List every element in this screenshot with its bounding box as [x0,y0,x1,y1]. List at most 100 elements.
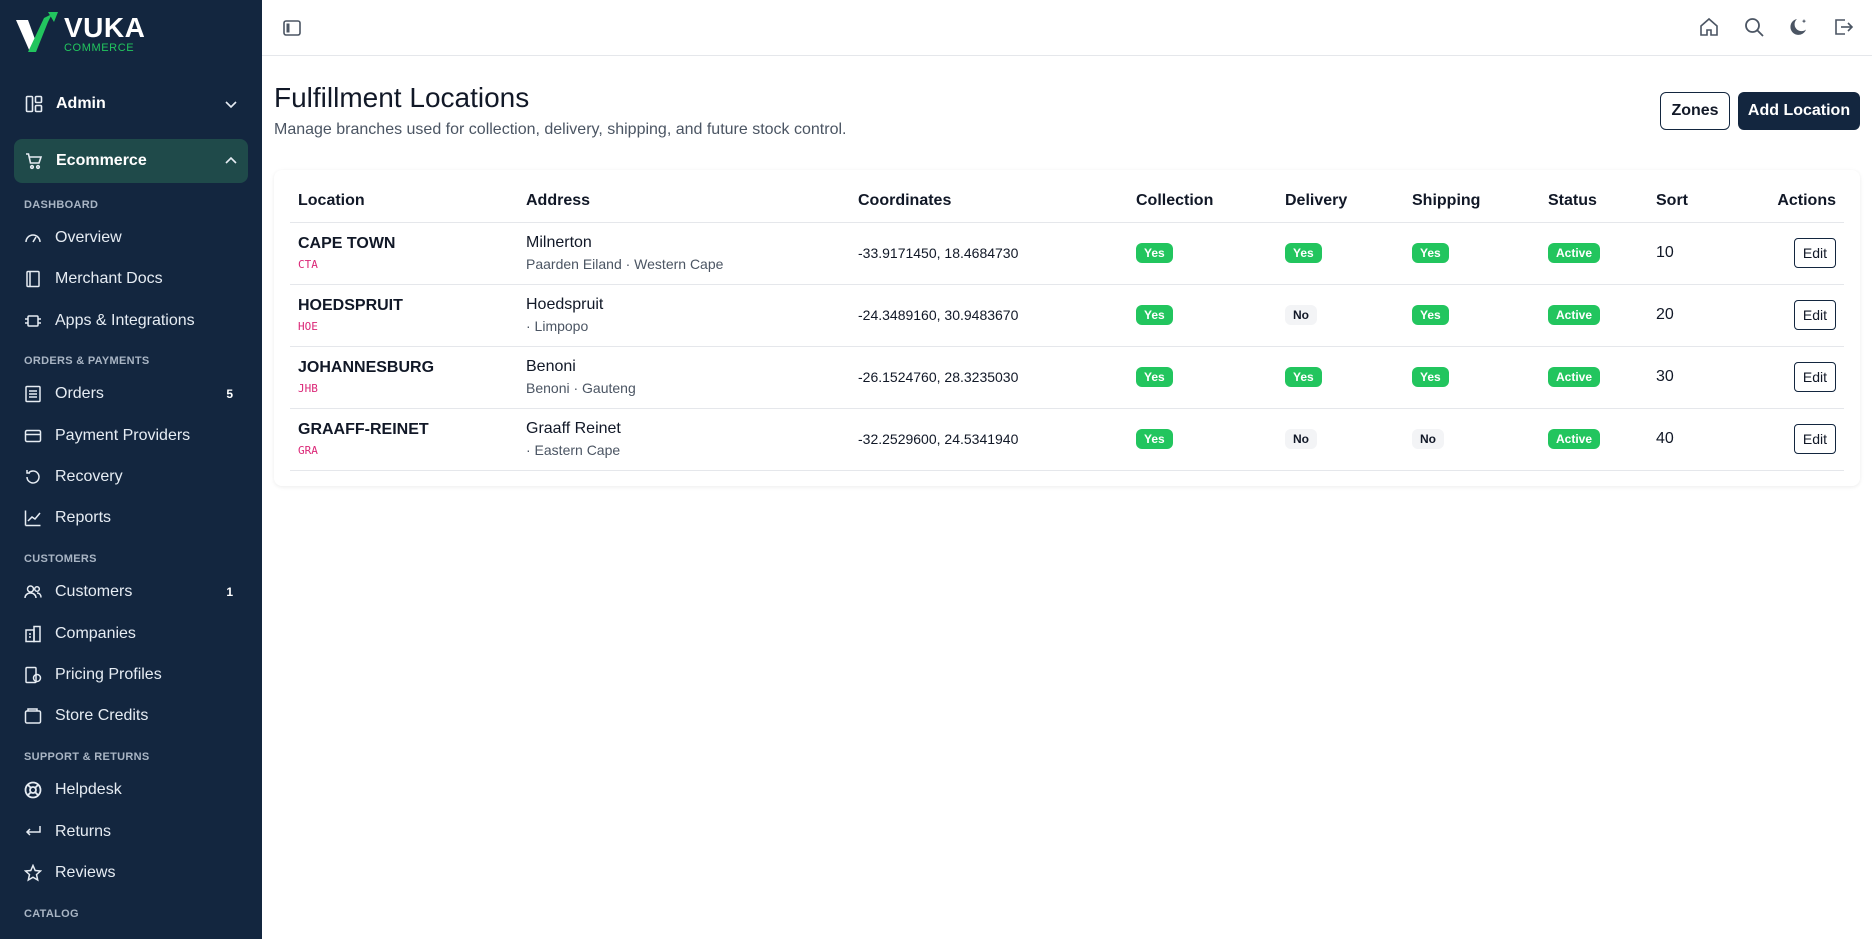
header-sort: Sort [1648,180,1750,223]
wallet-icon [24,707,42,725]
sidebar-item-helpdesk[interactable]: Helpdesk [24,774,238,806]
section-orders-payments: ORDERS & PAYMENTS [24,355,150,367]
sidebar-item-apps-integrations[interactable]: Apps & Integrations [24,305,238,337]
logout-icon[interactable] [1832,16,1854,38]
table-row: GRAAFF-REINET GRA Graaff Reinet · Eastern … [290,408,1844,471]
sidebar-item-reports[interactable]: Reports [24,502,238,534]
location-name: JOHANNESBURG [298,359,435,376]
sort-value: 10 [1648,222,1750,285]
status-badge: Active [1548,243,1601,263]
chevron-down-icon [225,101,237,109]
sidebar-item-reviews[interactable]: Reviews [24,857,238,889]
coordinates: -33.9171450, 18.4684730 [850,222,1128,285]
nav-ecommerce-label: Ecommerce [56,152,147,169]
section-customers: CUSTOMERS [24,553,97,565]
users-icon [24,583,42,601]
header-actions: Actions [1750,180,1844,223]
address-main: Milnerton [526,234,592,251]
credit-card-icon [24,427,42,445]
location-code: CTA [298,258,318,271]
status-badge: Active [1548,305,1601,325]
header-collection: Collection [1128,180,1277,223]
sidebar-item-returns[interactable]: Returns [24,816,238,848]
sidebar-item-label: Returns [55,823,112,840]
brand-tagline: COMMERCE [64,42,135,54]
delivery-badge: Yes [1285,243,1322,263]
dashboard-grid-icon [24,94,44,114]
edit-button[interactable]: Edit [1793,362,1836,392]
section-support-returns: SUPPORT & RETURNS [24,751,150,763]
sidebar-item-label: Overview [55,229,122,246]
address-sub: Paarden Eiland · Western Cape [526,256,724,272]
edit-button[interactable]: Edit [1793,300,1836,330]
brand-logo[interactable]: VUKA COMMERCE [14,12,174,56]
sidebar-item-companies[interactable]: Companies [24,618,238,650]
sidebar-item-merchant-docs[interactable]: Merchant Docs [24,263,238,295]
sidebar-item-label: Reports [55,509,112,526]
cart-icon [24,151,44,171]
sidebar-item-label: Recovery [55,468,123,485]
header-coordinates: Coordinates [850,180,1128,223]
sidebar-item-recovery[interactable]: Recovery [24,461,238,493]
location-code: JHB [298,382,318,395]
edit-button[interactable]: Edit [1793,424,1836,454]
sidebar-item-label: Customers [55,583,133,600]
header-status: Status [1540,180,1648,223]
header-delivery: Delivery [1277,180,1404,223]
orders-count-badge: 5 [226,387,233,401]
shipping-badge: Yes [1412,367,1449,387]
nav-admin[interactable]: Admin [14,82,248,126]
zones-button[interactable]: Zones [1660,92,1730,130]
location-name: HOEDSPRUIT [298,297,403,314]
brand-name: VUKA [64,12,146,43]
search-icon[interactable] [1743,16,1765,38]
sidebar-item-customers[interactable]: Customers 1 [24,576,238,608]
sidebar-item-store-credits[interactable]: Store Credits [24,700,238,732]
sidebar-item-payment-providers[interactable]: Payment Providers [24,420,238,452]
home-icon[interactable] [1698,16,1720,38]
status-badge: Active [1548,367,1601,387]
trend-chart-icon [24,509,42,527]
building-icon [24,625,42,643]
sort-value: 30 [1648,346,1750,409]
sidebar-item-label: Reviews [55,864,116,881]
status-badge: Active [1548,429,1601,449]
book-icon [24,270,42,288]
coordinates: -32.2529600, 24.5341940 [850,408,1128,471]
nav-ecommerce[interactable]: Ecommerce [14,139,248,183]
table-row: JOHANNESBURG JHB Benoni Benoni · Gauteng -… [290,346,1844,409]
locations-table: Location Address Coordinates Collection … [290,180,1844,471]
sidebar-toggle-icon[interactable] [282,18,302,38]
sidebar-item-label: Pricing Profiles [55,666,162,683]
edit-button[interactable]: Edit [1793,238,1836,268]
star-icon [24,864,42,882]
price-tag-icon [24,666,42,684]
collection-badge: Yes [1136,429,1173,449]
sidebar-item-overview[interactable]: Overview [24,222,238,254]
header-address: Address [518,180,850,223]
location-name: GRAAFF-REINET [298,421,429,438]
sidebar-item-orders[interactable]: Orders 5 [24,378,238,410]
address-main: Hoedspruit [526,296,604,313]
address-sub: Benoni · Gauteng [526,380,636,396]
shipping-badge: Yes [1412,243,1449,263]
delivery-badge: Yes [1285,367,1322,387]
sidebar-item-pricing-profiles[interactable]: Pricing Profiles [24,659,238,691]
delivery-badge: No [1285,429,1317,449]
delivery-badge: No [1285,305,1317,325]
address-sub: · Eastern Cape [526,442,621,458]
add-location-button[interactable]: Add Location [1738,92,1860,130]
location-code: HOE [298,320,318,333]
header-location: Location [290,180,518,223]
list-icon [24,385,42,403]
shipping-badge: No [1412,429,1444,449]
dark-mode-moon-icon[interactable] [1788,16,1810,38]
sidebar-item-label: Helpdesk [55,781,122,798]
sort-value: 40 [1648,408,1750,471]
page-title: Fulfillment Locations [274,82,530,113]
location-name: CAPE TOWN [298,235,396,252]
collection-badge: Yes [1136,305,1173,325]
header-shipping: Shipping [1404,180,1540,223]
chevron-up-icon [225,156,237,164]
nav-admin-label: Admin [56,95,106,112]
